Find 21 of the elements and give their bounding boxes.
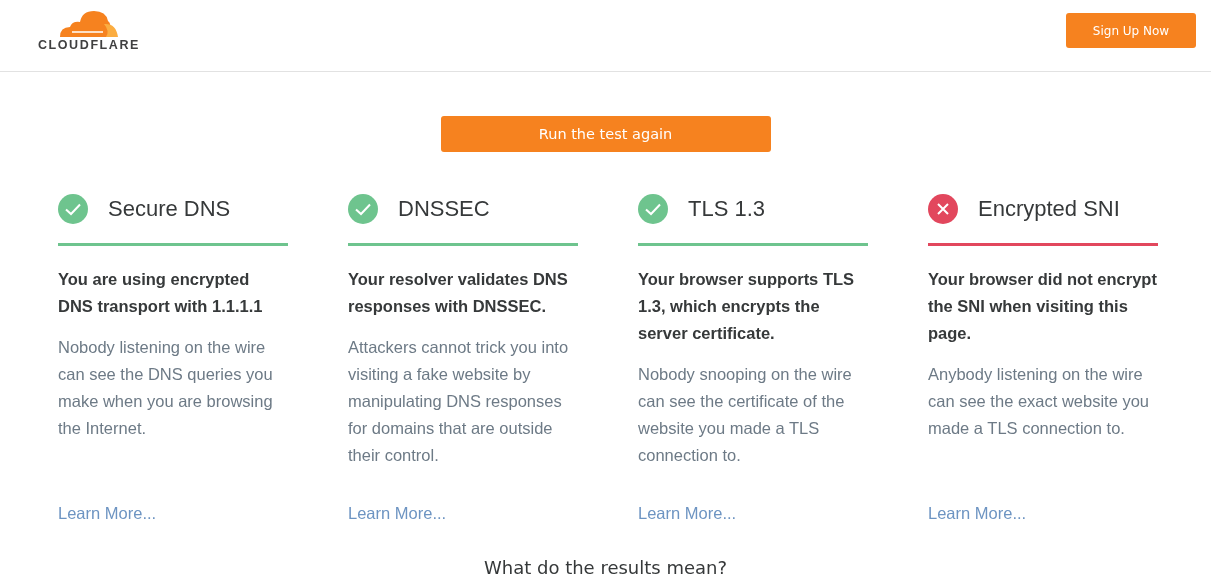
- check-description: Nobody listening on the wire can see the DNS queries you make when you are browsing the Internet.: [58, 337, 274, 439]
- run-test-button[interactable]: Run the test again: [440, 116, 771, 152]
- learn-more-link[interactable]: Learn More...: [348, 504, 447, 523]
- check-title: TLS 1.3: [688, 196, 766, 222]
- results-heading: What do the results mean?: [483, 557, 728, 578]
- check-title: DNSSEC: [398, 196, 490, 222]
- check-summary: Your resolver validates DNS responses with DNSSEC.: [348, 269, 569, 317]
- check-title: Secure DNS: [108, 196, 231, 222]
- learn-more-link[interactable]: Learn More...: [638, 504, 737, 523]
- check-description: Anybody listening on the wire can see the exact website you made a TLS connection to.: [928, 364, 1151, 439]
- check-description: Attackers cannot trick you into visiting a fake website by manipulating DNS responses for domains that are outside their control.: [348, 337, 570, 466]
- logo-text: CLOUDFLARE: [37, 38, 141, 52]
- check-summary: Your browser supports TLS 1.3, which encrypts the server certificate.: [638, 269, 856, 344]
- check-title: Encrypted SNI: [978, 196, 1120, 222]
- learn-more-link[interactable]: Learn More...: [58, 504, 157, 523]
- cloud-logo-icon: [58, 11, 120, 37]
- learn-more-link[interactable]: Learn More...: [928, 504, 1027, 523]
- check-summary: You are using encrypted DNS transport with 1.1.1.1: [58, 269, 264, 317]
- check-summary: Your browser did not encrypt the SNI when visiting this page.: [928, 269, 1158, 344]
- check-description: Nobody snooping on the wire can see the certificate of the website you made a TLS connection to.: [638, 364, 853, 466]
- sign-up-button[interactable]: Sign Up Now: [1066, 13, 1196, 48]
